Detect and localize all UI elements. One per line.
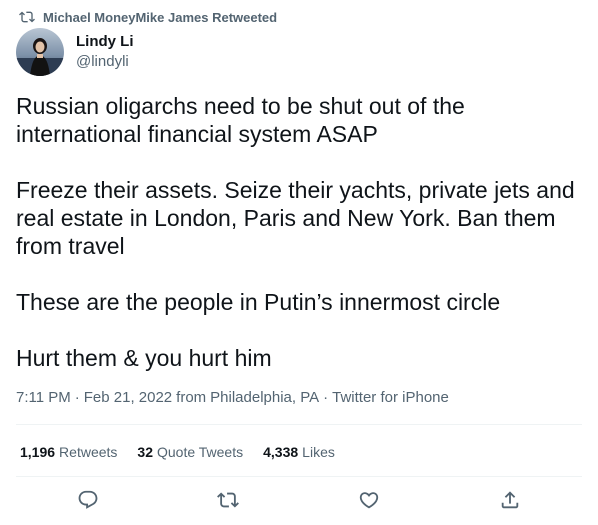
- tweet-author: Lindy Li @lindyli: [16, 28, 134, 76]
- tweet-time[interactable]: 7:11 PM: [16, 388, 71, 408]
- share-icon: [501, 491, 519, 509]
- tweet-meta: 7:11 PM · Feb 21, 2022 from Philadelphia…: [16, 388, 449, 408]
- retweet-icon: [217, 492, 239, 508]
- quote-tweets-count: 32: [137, 444, 153, 460]
- location-prefix: from: [176, 389, 207, 406]
- tweet-paragraph: Freeze their assets. Seize their yachts,…: [16, 177, 582, 259]
- quote-tweets-label: Quote Tweets: [156, 444, 244, 460]
- share-button[interactable]: [490, 480, 530, 520]
- likes-label: Likes: [302, 444, 335, 460]
- retweets-label: Retweets: [59, 444, 118, 460]
- retweet-icon: [19, 11, 35, 23]
- author-display-name[interactable]: Lindy Li: [76, 32, 134, 52]
- tweet-source[interactable]: Twitter for iPhone: [332, 388, 449, 408]
- tweet-paragraph: Russian oligarchs need to be shut out of…: [16, 93, 472, 147]
- tweet-location[interactable]: Philadelphia, PA: [210, 388, 319, 408]
- author-handle[interactable]: @lindyli: [76, 52, 134, 72]
- like-button[interactable]: [349, 480, 389, 520]
- divider: [16, 424, 582, 425]
- tweet-actions: [16, 480, 582, 520]
- avatar-photo: [16, 28, 64, 76]
- heart-icon: [359, 492, 379, 509]
- meta-separator: ·: [74, 389, 80, 406]
- retweets-count: 1,196: [20, 444, 56, 460]
- retweet-context-text[interactable]: Michael MoneyMike James Retweeted: [43, 10, 277, 25]
- reply-button[interactable]: [68, 480, 108, 520]
- divider: [16, 476, 582, 477]
- retweets-stat[interactable]: 1,196 Retweets: [20, 442, 117, 462]
- likes-count: 4,338: [263, 444, 299, 460]
- retweet-context: Michael MoneyMike James Retweeted: [19, 8, 277, 26]
- tweet-paragraph: Hurt them & you hurt him: [16, 345, 272, 371]
- retweet-button[interactable]: [208, 480, 248, 520]
- tweet-date[interactable]: Feb 21, 2022: [84, 388, 172, 408]
- reply-icon: [78, 490, 98, 509]
- tweet-paragraph: These are the people in Putin’s innermos…: [16, 289, 501, 315]
- avatar[interactable]: [16, 28, 64, 76]
- tweet: Michael MoneyMike James Retweeted Lindy …: [0, 0, 598, 525]
- tweet-text: Russian oligarchs need to be shut out of…: [16, 92, 582, 372]
- tweet-stats: 1,196 Retweets 32 Quote Tweets 4,338 Likes: [20, 442, 355, 462]
- meta-separator: ·: [323, 389, 329, 406]
- quote-tweets-stat[interactable]: 32 Quote Tweets: [137, 442, 243, 462]
- likes-stat[interactable]: 4,338 Likes: [263, 442, 335, 462]
